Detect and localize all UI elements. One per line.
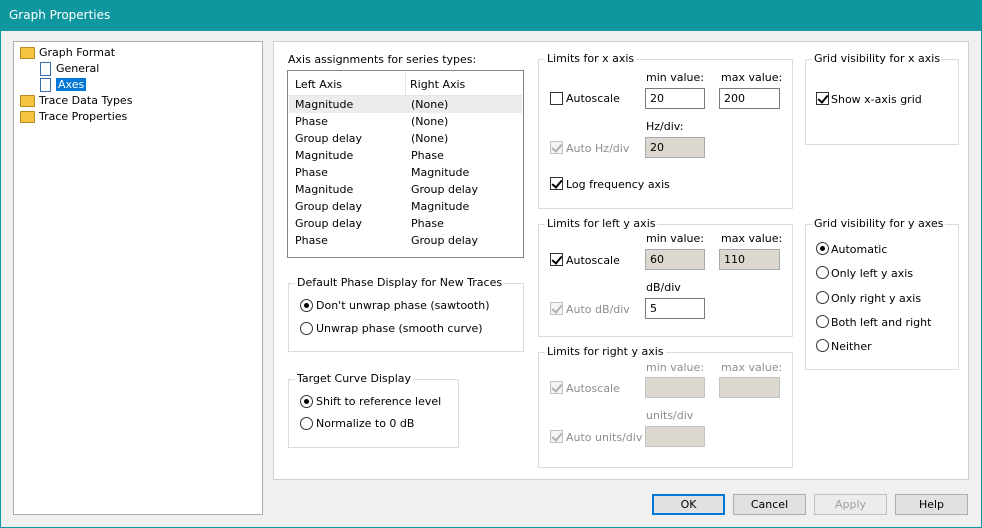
window-title: Graph Properties [9,8,111,22]
x-div-input[interactable]: 20 [645,137,705,158]
ok-button[interactable]: OK [652,494,725,515]
left-y-autoscale-label[interactable]: Autoscale [566,254,620,267]
col-header-left-axis[interactable]: Left Axis [295,78,342,91]
right-y-auto-div-checkbox[interactable] [550,430,563,443]
left-y-min-label: min value: [646,232,704,245]
grid-y-title: Grid visibility for y axes [812,217,946,230]
x-autoscale-checkbox[interactable] [550,92,563,105]
x-auto-div-checkbox[interactable] [550,141,563,154]
radio-grid-automatic-label[interactable]: Automatic [831,243,887,256]
right-y-div-label: units/div [646,409,694,422]
cancel-button[interactable]: Cancel [733,494,806,515]
axis-assign-list[interactable]: Left Axis Right Axis Magnitude (None) Pha… [287,70,524,258]
list-item[interactable]: Phase (None) [289,113,522,130]
radio-grid-both-label[interactable]: Both left and right [831,316,931,329]
log-frequency-label[interactable]: Log frequency axis [566,178,670,191]
left-y-auto-div-label[interactable]: Auto dB/div [566,303,630,316]
list-item[interactable]: Phase Magnitude [289,164,522,181]
right-y-max-label: max value: [721,361,783,374]
left-y-div-input[interactable]: 5 [645,298,705,319]
left-y-div-label: dB/div [646,281,681,294]
tree-item-graph-format[interactable]: Graph Format [20,45,115,61]
apply-button[interactable]: Apply [814,494,887,515]
phase-display-title: Default Phase Display for New Traces [295,276,505,289]
document-icon [40,62,51,76]
radio-shift-reference-label[interactable]: Shift to reference level [316,395,441,408]
target-curve-group: Target Curve Display [288,372,459,448]
radio-grid-neither-label[interactable]: Neither [831,340,872,353]
list-item[interactable]: Phase Group delay [289,232,522,249]
show-x-grid-checkbox[interactable] [816,92,829,105]
radio-grid-both[interactable] [816,315,829,328]
tree-item-axes[interactable]: Axes [40,77,87,93]
log-frequency-checkbox[interactable] [550,177,563,190]
folder-icon [20,47,35,59]
radio-grid-only-right[interactable] [816,291,829,304]
list-item[interactable]: Group delay Phase [289,215,522,232]
radio-grid-only-right-label[interactable]: Only right y axis [831,292,921,305]
radio-no-unwrap-label[interactable]: Don't unwrap phase (sawtooth) [316,299,490,312]
right-y-autoscale-checkbox[interactable] [550,381,563,394]
right-y-max-input[interactable] [719,377,780,398]
list-item[interactable]: Group delay (None) [289,130,522,147]
left-y-max-label: max value: [721,232,783,245]
col-header-right-axis[interactable]: Right Axis [410,78,465,91]
x-min-input[interactable]: 20 [645,88,705,109]
tree-item-trace-properties[interactable]: Trace Properties [20,109,127,125]
folder-icon [20,95,35,107]
help-button[interactable]: Help [895,494,968,515]
axis-assign-title: Axis assignments for series types: [288,53,477,66]
radio-no-unwrap[interactable] [300,299,313,312]
x-max-input[interactable]: 200 [719,88,780,109]
right-y-auto-div-label[interactable]: Auto units/div [566,431,642,444]
radio-unwrap-label[interactable]: Unwrap phase (smooth curve) [316,322,483,335]
x-autoscale-label[interactable]: Autoscale [566,92,620,105]
right-y-autoscale-label[interactable]: Autoscale [566,382,620,395]
document-icon [40,78,51,92]
radio-unwrap[interactable] [300,322,313,335]
radio-grid-automatic[interactable] [816,242,829,255]
x-div-label: Hz/div: [646,120,684,133]
phase-display-group: Default Phase Display for New Traces [288,276,524,352]
title-bar: Graph Properties [0,0,982,31]
radio-normalize[interactable] [300,417,313,430]
radio-shift-reference[interactable] [300,395,313,408]
radio-grid-only-left[interactable] [816,266,829,279]
x-min-label: min value: [646,71,704,84]
tree-item-general[interactable]: General [40,61,99,77]
left-y-auto-div-checkbox[interactable] [550,302,563,315]
left-y-limits-title: Limits for left y axis [545,217,658,230]
radio-normalize-label[interactable]: Normalize to 0 dB [316,417,414,430]
right-y-limits-title: Limits for right y axis [545,345,666,358]
left-y-min-input[interactable]: 60 [645,249,705,270]
settings-tree[interactable]: Graph Format General Axes Trace Data Typ… [13,41,263,515]
radio-grid-neither[interactable] [816,339,829,352]
list-item[interactable]: Group delay Magnitude [289,198,522,215]
list-item[interactable]: Magnitude Group delay [289,181,522,198]
right-y-min-label: min value: [646,361,704,374]
grid-x-title: Grid visibility for x axis [812,52,943,65]
list-item[interactable]: Magnitude Phase [289,147,522,164]
left-y-autoscale-checkbox[interactable] [550,253,563,266]
left-y-max-input[interactable]: 110 [719,249,780,270]
right-y-min-input[interactable] [645,377,705,398]
radio-grid-only-left-label[interactable]: Only left y axis [831,267,913,280]
x-limits-title: Limits for x axis [545,52,637,65]
list-item[interactable]: Magnitude (None) [289,96,522,113]
show-x-grid-label[interactable]: Show x-axis grid [831,93,922,106]
right-y-div-input[interactable] [645,426,705,447]
x-auto-div-label[interactable]: Auto Hz/div [566,142,629,155]
x-max-label: max value: [721,71,783,84]
folder-icon [20,111,35,123]
target-curve-title: Target Curve Display [295,372,414,385]
tree-item-trace-data-types[interactable]: Trace Data Types [20,93,132,109]
